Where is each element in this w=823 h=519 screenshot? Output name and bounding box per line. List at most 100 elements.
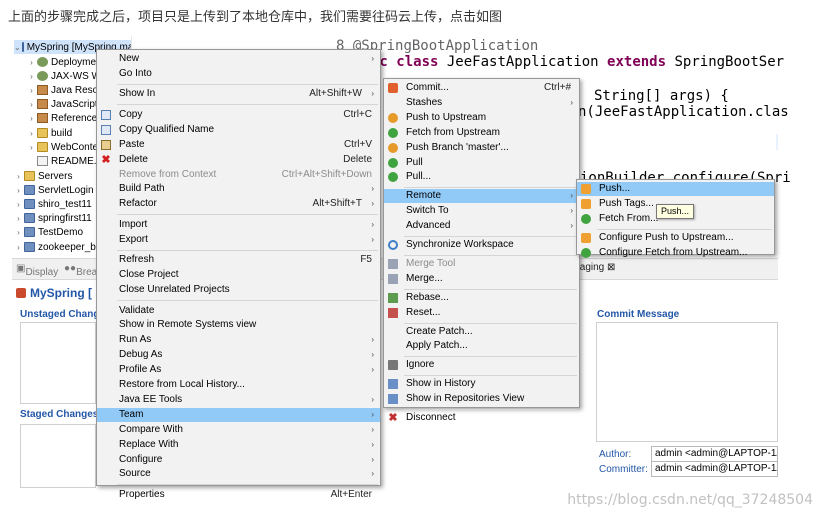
commit-message-input[interactable]: [596, 322, 778, 442]
expand-chevron-icon[interactable]: ›: [27, 100, 36, 109]
tab-git-staging[interactable]: taging ⊠: [577, 262, 615, 273]
menu-item-build-path[interactable]: Build Path ›: [97, 182, 380, 196]
menu-item-label: Show in Repositories View: [406, 393, 525, 405]
team-item-show-in-repositories-view[interactable]: Show in Repositories View: [384, 392, 579, 406]
team-item-commit[interactable]: Commit... Ctrl+#: [384, 81, 579, 95]
menu-item-team[interactable]: Team ›: [97, 407, 380, 422]
team-item-show-in-history[interactable]: Show in History: [384, 377, 579, 391]
menu-item-properties[interactable]: Properties Alt+Enter: [97, 488, 380, 502]
menu-item-label: Run As: [119, 334, 152, 346]
expand-chevron-icon[interactable]: ›: [14, 200, 23, 209]
staged-changes-list[interactable]: [20, 424, 96, 488]
gear-icon: [37, 71, 48, 81]
menu-item-label: Push Tags...: [599, 197, 654, 209]
menu-separator: [117, 299, 378, 301]
expand-chevron-icon[interactable]: ›: [27, 129, 36, 138]
menu-item-label: Debug As: [119, 349, 163, 361]
remote-item-configure-fetch-from-upstream[interactable]: Configure Fetch from Upstream...: [577, 246, 774, 260]
menu-item-close-project[interactable]: Close Project: [97, 268, 380, 282]
menu-item-label: Disconnect: [406, 412, 456, 423]
expand-chevron-icon[interactable]: ›: [27, 72, 36, 81]
menu-item-shortcut: Ctrl+#: [544, 82, 571, 93]
team-item-remote[interactable]: Remote ›: [384, 189, 579, 204]
team-item-push-branch-master[interactable]: Push Branch 'master'...: [384, 141, 579, 155]
tab-breakpoints[interactable]: ●● Brea: [64, 263, 97, 278]
menu-separator: [404, 236, 577, 237]
remote-item-configure-push-to-upstream[interactable]: Configure Push to Upstream...: [577, 231, 774, 245]
menu-item-copy-qualified-name[interactable]: Copy Qualified Name: [97, 123, 380, 137]
expand-chevron-icon[interactable]: ›: [14, 243, 23, 252]
expand-chevron-icon[interactable]: ›: [27, 86, 36, 95]
team-submenu[interactable]: Commit... Ctrl+# Stashes › Push to Upstream F…: [383, 78, 580, 424]
project-icon: [24, 213, 35, 223]
submenu-arrow-icon: ›: [371, 439, 374, 449]
expand-chevron-icon[interactable]: ›: [27, 143, 36, 152]
menu-item-paste[interactable]: Paste Ctrl+V: [97, 138, 380, 152]
team-item-ignore[interactable]: Ignore: [384, 358, 579, 372]
submenu-arrow-icon: ›: [570, 97, 573, 107]
expand-chevron-icon[interactable]: ›: [14, 214, 23, 223]
team-item-synchronize-workspace[interactable]: Synchronize Workspace: [384, 238, 579, 252]
menu-item-label: Refresh: [119, 254, 155, 266]
menu-item-refactor[interactable]: Refactor Alt+Shift+T ›: [97, 197, 380, 211]
expand-chevron-icon[interactable]: ›: [14, 228, 23, 237]
team-item-pull[interactable]: Pull...: [384, 170, 579, 184]
expand-chevron-icon[interactable]: ›: [27, 114, 36, 123]
menu-item-go-into[interactable]: Go Into: [97, 67, 380, 81]
expand-chevron-icon[interactable]: ›: [14, 186, 23, 195]
tab-display[interactable]: ▣ Display: [16, 263, 58, 278]
menu-item-label: Commit...: [406, 82, 449, 93]
menu-item-source[interactable]: Source ›: [97, 467, 380, 481]
expand-chevron-icon[interactable]: ›: [14, 172, 23, 181]
menu-item-import[interactable]: Import ›: [97, 218, 380, 232]
committer-input[interactable]: admin <admin@LAPTOP-1A: [651, 461, 778, 477]
author-input[interactable]: admin <admin@LAPTOP-1A: [651, 446, 778, 462]
menu-item-replace-with[interactable]: Replace With ›: [97, 438, 380, 452]
menu-item-label: Delete: [119, 153, 148, 165]
menu-item-refresh[interactable]: Refresh F5: [97, 253, 380, 267]
menu-item-close-unrelated-projects[interactable]: Close Unrelated Projects: [97, 283, 380, 297]
team-item-fetch-from-upstream[interactable]: Fetch from Upstream: [384, 126, 579, 140]
unstaged-changes-list[interactable]: [20, 322, 96, 404]
git-commit-icon: [388, 83, 398, 93]
reset-icon: [388, 307, 398, 318]
menu-item-show-in[interactable]: Show In Alt+Shift+W ›: [97, 87, 380, 101]
gear-icon: [37, 57, 48, 67]
expand-chevron-icon[interactable]: ›: [27, 58, 36, 67]
menu-item-label: Ignore: [406, 359, 435, 371]
team-item-merge[interactable]: Merge...: [384, 272, 579, 286]
remote-item-push[interactable]: Push...: [577, 182, 774, 196]
team-item-pull[interactable]: Pull: [384, 156, 579, 170]
menu-item-configure[interactable]: Configure ›: [97, 453, 380, 467]
menu-item-debug-as[interactable]: Debug As ›: [97, 348, 380, 362]
team-item-advanced[interactable]: Advanced ›: [384, 219, 579, 233]
team-item-push-to-upstream[interactable]: Push to Upstream: [384, 111, 579, 125]
tree-item-label: JavaScript: [51, 98, 98, 110]
team-item-disconnect[interactable]: ✖ Disconnect: [384, 411, 579, 425]
menu-item-profile-as[interactable]: Profile As ›: [97, 363, 380, 377]
menu-item-label: Remote: [406, 190, 442, 202]
menu-item-label: Push...: [599, 183, 631, 194]
menu-item-copy[interactable]: Copy Ctrl+C: [97, 108, 380, 122]
menu-item-restore-from-local-history[interactable]: Restore from Local History...: [97, 378, 380, 392]
team-item-reset[interactable]: Reset...: [384, 306, 579, 320]
menu-item-show-in-remote-systems-view[interactable]: Show in Remote Systems view: [97, 318, 380, 332]
menu-item-compare-with[interactable]: Compare With ›: [97, 423, 380, 437]
configure-push-icon: [581, 232, 591, 243]
menu-item-new[interactable]: New ›: [97, 52, 380, 66]
menu-item-java-ee-tools[interactable]: Java EE Tools ›: [97, 393, 380, 407]
team-item-switch-to[interactable]: Switch To ›: [384, 204, 579, 218]
menu-item-delete[interactable]: ✖ Delete Delete: [97, 153, 380, 167]
expand-chevron-icon[interactable]: ⌄: [14, 43, 21, 52]
project-icon: [21, 42, 24, 52]
menu-item-run-as[interactable]: Run As ›: [97, 333, 380, 347]
team-item-stashes[interactable]: Stashes ›: [384, 96, 579, 110]
context-menu[interactable]: New › Go Into Show In Alt+Shift+W › Copy Ctrl+C…: [96, 49, 381, 500]
team-item-rebase[interactable]: Rebase...: [384, 291, 579, 305]
menu-item-label: Reset...: [406, 306, 441, 318]
team-item-create-patch[interactable]: Create Patch...: [384, 325, 579, 339]
menu-item-export[interactable]: Export ›: [97, 233, 380, 247]
team-item-apply-patch[interactable]: Apply Patch...: [384, 339, 579, 353]
menu-item-validate[interactable]: Validate: [97, 304, 380, 318]
submenu-arrow-icon: ›: [371, 219, 374, 229]
